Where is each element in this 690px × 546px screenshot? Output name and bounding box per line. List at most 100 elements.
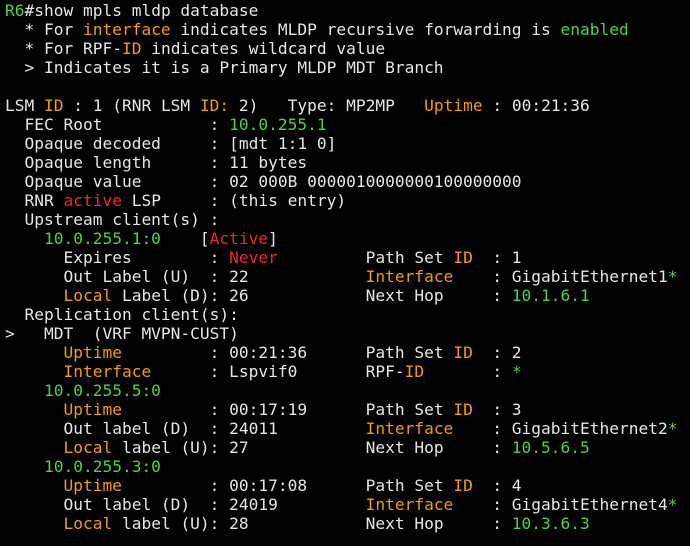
terminal-text-segment: 10.0.255.1:0 bbox=[43, 229, 161, 248]
terminal-line: RNR active LSP : (this entry) bbox=[5, 191, 677, 210]
terminal-text-segment: : 00:21:36 Path Set bbox=[121, 343, 454, 362]
terminal-text-segment: * bbox=[667, 419, 678, 438]
terminal-text-segment: FEC Root : bbox=[5, 115, 230, 134]
terminal-text-segment: indicates wildcard value bbox=[141, 39, 386, 58]
terminal-text-segment: 2) Type: MP2MP bbox=[229, 96, 425, 115]
terminal-text-segment: [ bbox=[160, 229, 210, 248]
terminal-text-segment: > Indicates it is a Primary MLDP MDT Bra… bbox=[5, 58, 444, 77]
terminal-text-segment: Opaque value : 02 000B 00000100000001000… bbox=[5, 172, 522, 191]
terminal-text-segment: Out label (D) : 24011 bbox=[5, 419, 366, 438]
terminal-text-segment: Interface bbox=[365, 419, 454, 438]
terminal-line: Out label (D) : 24011 Interface : Gigabi… bbox=[5, 419, 677, 438]
terminal-line: Opaque value : 02 000B 00000100000001000… bbox=[5, 172, 677, 191]
terminal-text-segment: R6 bbox=[5, 1, 25, 20]
terminal-text-segment: ID bbox=[453, 248, 473, 267]
terminal-line: Interface : Lspvif0 RPF-ID : * bbox=[5, 362, 677, 381]
terminal-text-segment: Label (D): 26 Next Hop : bbox=[112, 286, 512, 305]
terminal-text-segment: : Lspvif0 RPF- bbox=[151, 362, 405, 381]
terminal-text-segment: Local bbox=[63, 438, 113, 457]
terminal-text-segment: label (U): 28 Next Hop : bbox=[112, 514, 512, 533]
terminal-text-segment: Interface bbox=[365, 495, 454, 514]
terminal-text-segment: ID bbox=[121, 39, 142, 58]
terminal-text-segment: : 4 bbox=[472, 476, 522, 495]
terminal-text-segment: Local bbox=[63, 514, 113, 533]
terminal-line: Local label (U): 27 Next Hop : 10.5.6.5 bbox=[5, 438, 677, 457]
terminal-text-segment: * bbox=[511, 362, 522, 381]
terminal-line: * For interface indicates MLDP recursive… bbox=[5, 20, 677, 39]
terminal-line: > MDT (VRF MVPN-CUST) bbox=[5, 324, 677, 343]
terminal-line: Out Label (U) : 22 Interface : GigabitEt… bbox=[5, 267, 677, 286]
terminal-text-segment: 10.0.255.1 bbox=[229, 115, 327, 134]
terminal-text-segment: Uptime bbox=[63, 400, 122, 419]
terminal-line: 10.0.255.1:0 [Active] bbox=[5, 229, 677, 248]
terminal-text-segment: : 00:21:36 bbox=[482, 96, 590, 115]
terminal-text-segment: ID bbox=[43, 96, 64, 115]
terminal-text-segment: 10.0.255.5:0 bbox=[43, 381, 161, 400]
terminal-text-segment: Out label (D) : 24019 bbox=[5, 495, 366, 514]
terminal-text-segment: Expires : bbox=[5, 248, 230, 267]
terminal-line: R6#show mpls mldp database bbox=[5, 1, 677, 20]
terminal-text-segment: > MDT (VRF MVPN-CUST) bbox=[5, 324, 239, 343]
terminal-line: Replication client(s): bbox=[5, 305, 677, 324]
terminal-line: Expires : Never Path Set ID : 1 bbox=[5, 248, 677, 267]
terminal-text-segment: #show mpls mldp database bbox=[24, 1, 259, 20]
terminal-text-segment: Active bbox=[209, 229, 269, 248]
terminal-text-segment: ] bbox=[268, 229, 278, 248]
terminal-line: 10.0.255.3:0 bbox=[5, 457, 677, 476]
terminal-text-segment: RNR bbox=[5, 191, 64, 210]
terminal-line: Uptime : 00:17:08 Path Set ID : 4 bbox=[5, 476, 677, 495]
terminal-line: Out label (D) : 24019 Interface : Gigabi… bbox=[5, 495, 677, 514]
terminal-line: > Indicates it is a Primary MLDP MDT Bra… bbox=[5, 58, 677, 77]
terminal-text-segment: active bbox=[63, 191, 122, 210]
terminal-text-segment: : 2 bbox=[472, 343, 522, 362]
terminal-line: LSM ID : 1 (RNR LSM ID: 2) Type: MP2MP U… bbox=[5, 96, 677, 115]
terminal-output[interactable]: R6#show mpls mldp database * For interfa… bbox=[5, 1, 677, 533]
terminal-text-segment: Local bbox=[63, 286, 113, 305]
terminal-text-segment: ID bbox=[453, 343, 473, 362]
terminal-text-segment: Uptime bbox=[63, 476, 122, 495]
terminal-text-segment: ID bbox=[404, 362, 425, 381]
terminal-text-segment: Replication client(s): bbox=[5, 305, 239, 324]
terminal-text-segment: interface bbox=[82, 20, 171, 39]
terminal-line: FEC Root : 10.0.255.1 bbox=[5, 115, 677, 134]
terminal-text-segment: : bbox=[424, 362, 512, 381]
terminal-text-segment: * bbox=[667, 495, 678, 514]
terminal-text-segment: Out Label (U) : 22 bbox=[5, 267, 366, 286]
terminal-text-segment: Upstream client(s) : bbox=[5, 210, 220, 229]
terminal-text-segment: : 3 bbox=[472, 400, 522, 419]
terminal-text-segment: Never bbox=[229, 248, 278, 267]
terminal-line: Uptime : 00:17:19 Path Set ID : 3 bbox=[5, 400, 677, 419]
terminal-text-segment: 10.1.6.1 bbox=[511, 286, 590, 305]
terminal-text-segment: 10.0.255.3:0 bbox=[43, 457, 161, 476]
terminal-text-segment: enabled bbox=[560, 20, 629, 39]
terminal-line: Local label (U): 28 Next Hop : 10.3.6.3 bbox=[5, 514, 677, 533]
terminal-text-segment: : GigabitEthernet1 bbox=[453, 267, 668, 286]
terminal-line: Local Label (D): 26 Next Hop : 10.1.6.1 bbox=[5, 286, 677, 305]
terminal-text-segment: Interface bbox=[63, 362, 152, 381]
terminal-text-segment: Interface bbox=[365, 267, 454, 286]
terminal-text-segment: label (U): 27 Next Hop : bbox=[112, 438, 512, 457]
terminal-text-segment: Opaque length : 11 bytes bbox=[5, 153, 308, 172]
terminal-line: Upstream client(s) : bbox=[5, 210, 677, 229]
terminal-text-segment: 10.5.6.5 bbox=[511, 438, 590, 457]
terminal-text-segment: : GigabitEthernet2 bbox=[453, 419, 668, 438]
terminal-text-segment: : 1 bbox=[472, 248, 522, 267]
terminal-text-segment: * bbox=[667, 267, 678, 286]
terminal-text-segment: LSP : (this entry) bbox=[121, 191, 347, 210]
terminal-text-segment: Path Set bbox=[277, 248, 454, 267]
terminal-text-segment: * For bbox=[5, 20, 83, 39]
terminal-text-segment: * For RPF- bbox=[5, 39, 122, 58]
terminal-text-segment: LSM bbox=[5, 96, 44, 115]
terminal-line: Opaque length : 11 bytes bbox=[5, 153, 677, 172]
terminal-text-segment: Opaque decoded : [mdt 1:1 0] bbox=[5, 134, 337, 153]
